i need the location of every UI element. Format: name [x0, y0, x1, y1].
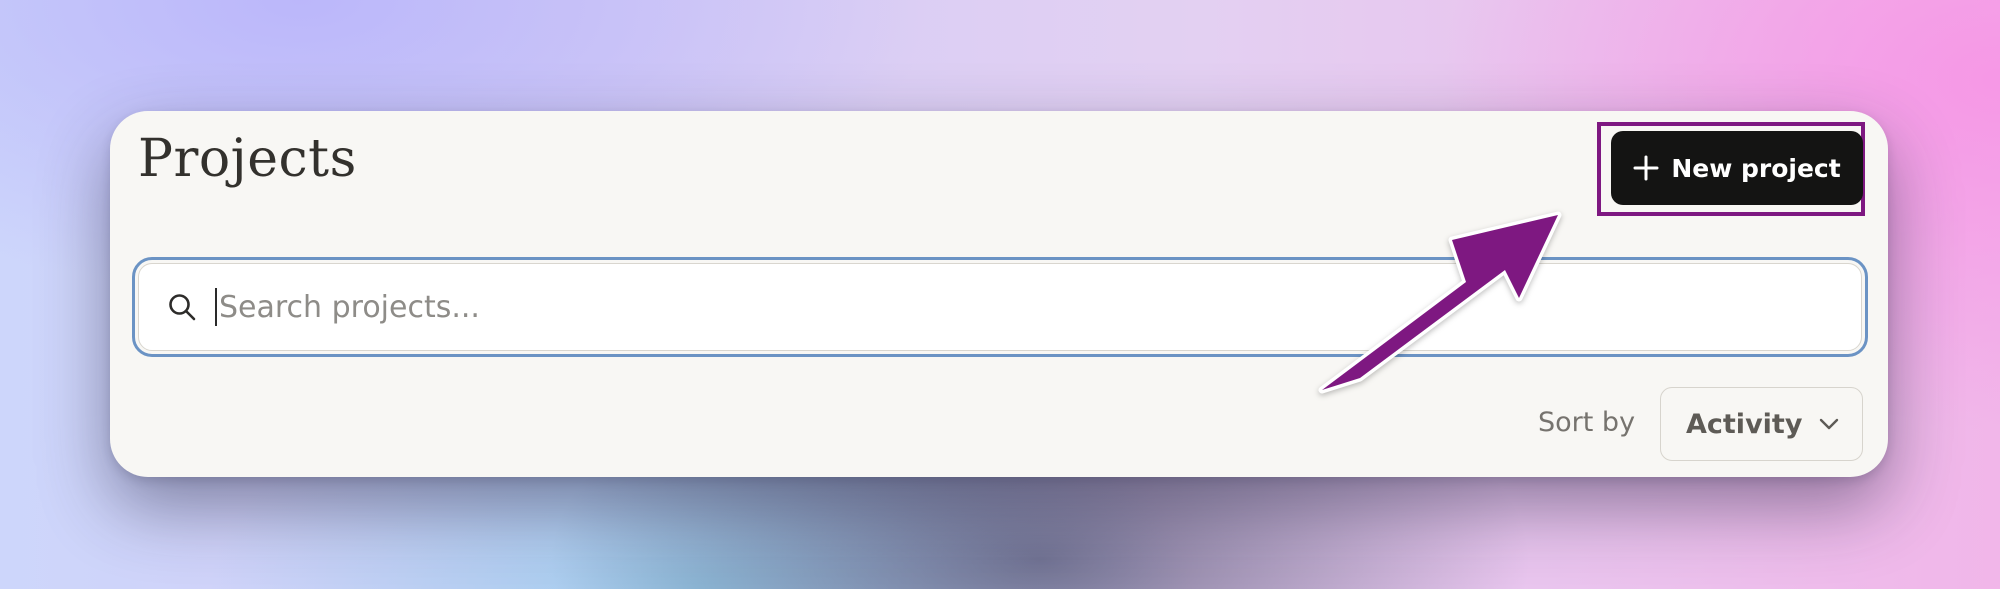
search-focus-ring — [132, 257, 1868, 357]
plus-icon — [1633, 155, 1659, 181]
sort-selected-value: Activity — [1686, 408, 1803, 440]
page-title: Projects — [138, 129, 357, 189]
annotation-arrow-icon — [1318, 211, 1562, 394]
search-bar[interactable] — [138, 263, 1862, 351]
new-project-button[interactable]: New project — [1611, 131, 1863, 205]
chevron-down-icon — [1820, 418, 1839, 430]
projects-panel: Projects New project Sort by Activity — [110, 111, 1888, 477]
new-project-label: New project — [1671, 153, 1841, 183]
search-input[interactable] — [217, 277, 1861, 337]
search-icon — [169, 294, 196, 321]
sort-dropdown[interactable]: Activity — [1660, 387, 1863, 461]
